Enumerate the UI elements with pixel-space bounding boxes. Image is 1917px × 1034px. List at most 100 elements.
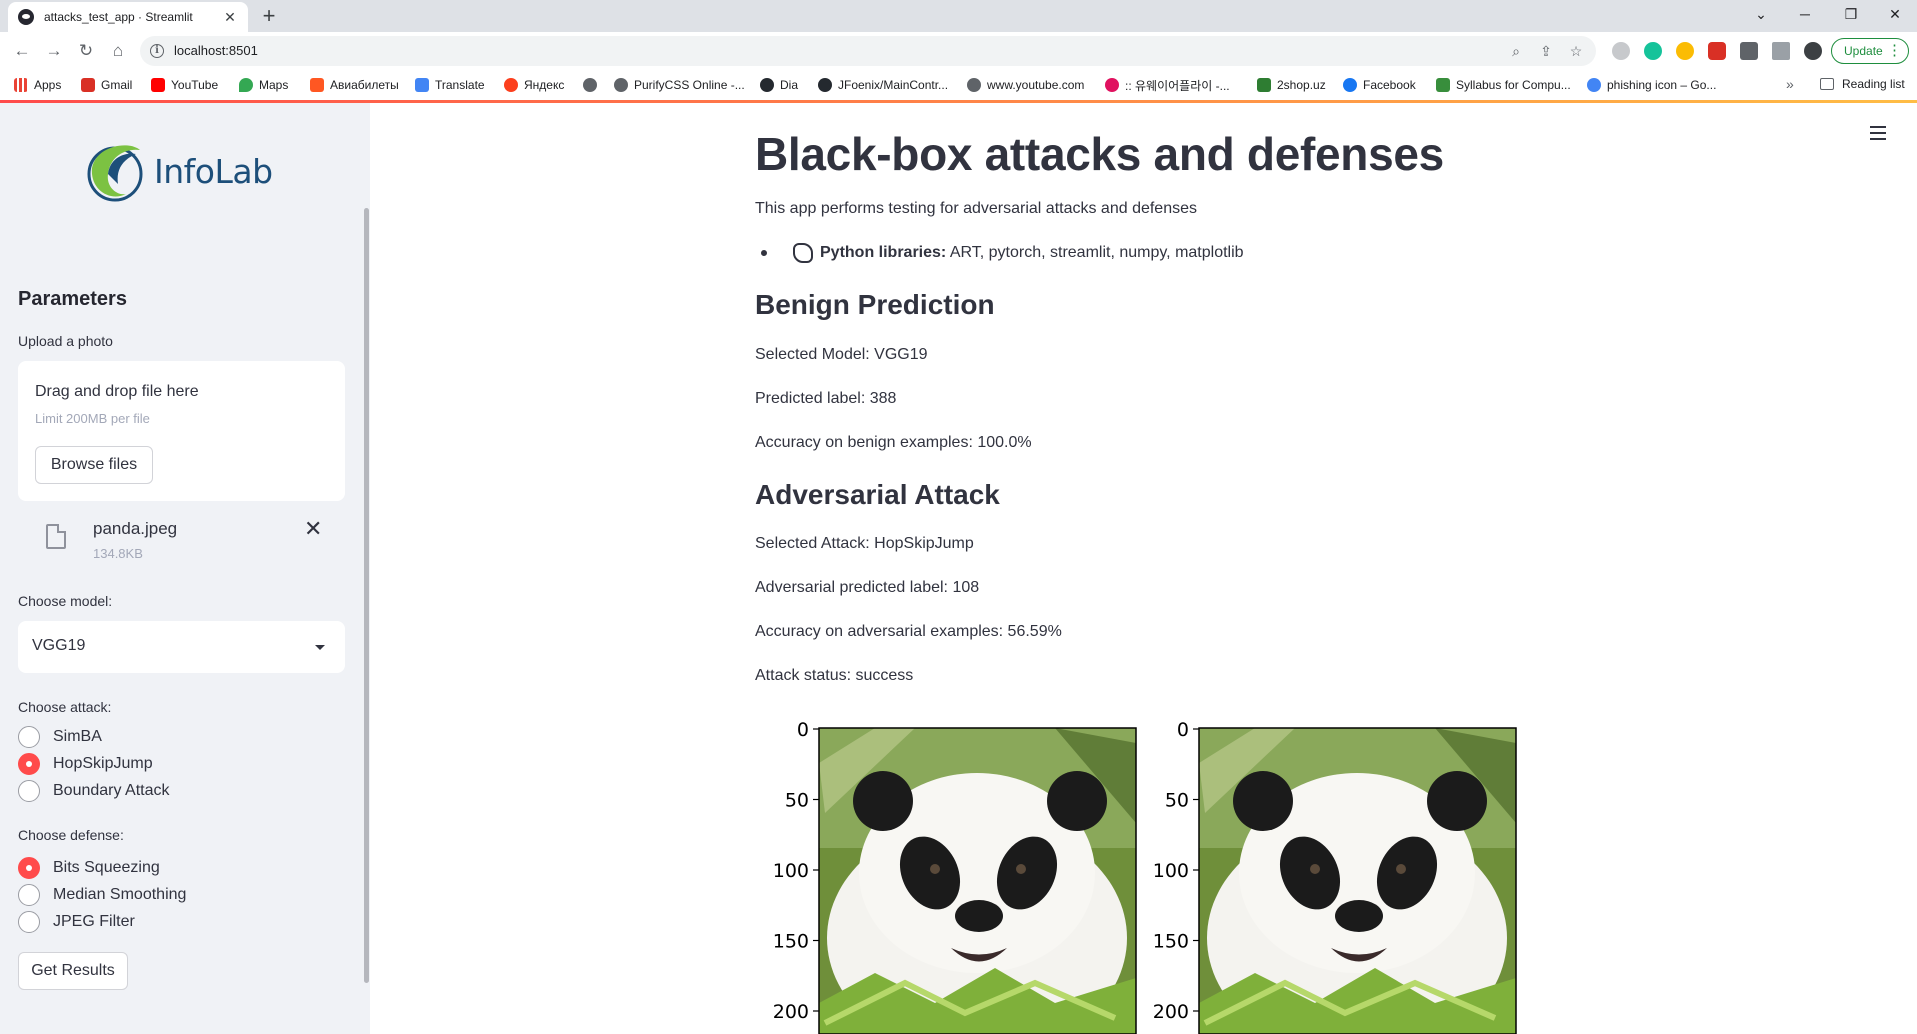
extension-red-icon[interactable] <box>1708 42 1726 60</box>
model-select[interactable]: VGG19 <box>18 621 345 673</box>
grammarly-icon[interactable] <box>1644 42 1662 60</box>
bookmark-youtube[interactable]: YouTube <box>151 77 218 93</box>
sidebar: InfoLab Parameters Upload a photo Drag a… <box>0 103 370 1034</box>
back-icon[interactable]: ← <box>10 39 34 63</box>
bookmark-syllabus[interactable]: Syllabus for Compu... <box>1436 77 1571 93</box>
bookmark-maps[interactable]: Maps <box>239 77 288 93</box>
bookmark-gmail[interactable]: Gmail <box>81 77 132 93</box>
bookmark-label: Авиабилеты <box>330 78 399 92</box>
more-bookmarks-icon[interactable]: » <box>1786 76 1794 92</box>
streamlit-favicon-icon <box>18 9 34 25</box>
panda-comparison-figure: 0 50 100 150 200 0 50 100 150 200 <box>755 703 1535 1034</box>
sidebar-scrollbar[interactable] <box>364 208 369 983</box>
radio-defense-median-smoothing[interactable]: Median Smoothing <box>18 882 186 908</box>
bookmark-label: :: 유웨이어플라이 -... <box>1125 78 1230 93</box>
selected-model-text: Selected Model: VGG19 <box>755 346 928 363</box>
tab-search-icon[interactable]: ⌄ <box>1738 0 1784 30</box>
browser-toolbar: ← → ↻ ⌂ i localhost:8501 ⌕ ⇪ ☆ Update <box>0 32 1917 70</box>
bookmark-label: JFoenix/MainContr... <box>838 78 949 92</box>
radio-unchecked-icon <box>18 884 40 906</box>
tab-close-icon[interactable]: ✕ <box>222 9 238 26</box>
adversarial-y-tick-label: 100 <box>1153 860 1189 882</box>
reload-icon[interactable]: ↻ <box>74 39 98 63</box>
home-icon[interactable]: ⌂ <box>106 39 130 63</box>
uway-icon <box>1105 78 1119 92</box>
bookmark-globe[interactable] <box>583 77 603 93</box>
radio-label: Bits Squeezing <box>53 859 160 876</box>
bookmark-yandex[interactable]: Яндекс <box>504 77 564 93</box>
attack-status-text: Attack status: success <box>755 667 914 684</box>
bookmark-phishing[interactable]: phishing icon – Go... <box>1587 77 1716 93</box>
bookmark-star-icon[interactable]: ☆ <box>1566 41 1586 61</box>
bookmark-label: 2shop.uz <box>1277 78 1326 92</box>
bookmark-translate[interactable]: Translate <box>415 77 485 93</box>
adversarial-panda-image <box>1199 728 1516 1034</box>
forward-icon[interactable]: → <box>42 39 66 63</box>
bookmark-jfoenix[interactable]: JFoenix/MainContr... <box>818 77 948 93</box>
radio-label: SimBA <box>53 728 102 745</box>
window-close-icon[interactable]: ✕ <box>1872 0 1917 30</box>
bookmark-aviabilety[interactable]: Авиабилеты <box>310 77 399 93</box>
url-text[interactable]: localhost:8501 <box>174 43 258 58</box>
bookmark-facebook[interactable]: Facebook <box>1343 77 1416 93</box>
zoom-icon[interactable]: ⌕ <box>1506 41 1526 61</box>
media-queue-icon[interactable] <box>1772 42 1790 60</box>
radio-attack-simba[interactable]: SimBA <box>18 724 102 750</box>
infolab-leaf-icon <box>87 145 143 202</box>
bookmark-purifycss[interactable]: PurifyCSS Online -... <box>614 77 745 93</box>
defense-label: Choose defense: <box>18 827 124 843</box>
minimize-icon[interactable]: ─ <box>1782 0 1828 30</box>
benign-heading: Benign Prediction <box>755 289 995 320</box>
bookmark-2shop[interactable]: 2shop.uz <box>1257 77 1326 93</box>
reading-list-label: Reading list <box>1842 77 1905 91</box>
radio-attack-hopskipjump[interactable]: HopSkipJump <box>18 751 153 777</box>
yandex-icon <box>504 78 518 92</box>
bookmark-uway[interactable]: :: 유웨이어플라이 -... <box>1105 77 1230 93</box>
benign-accuracy-text: Accuracy on benign examples: 100.0% <box>755 434 1032 451</box>
aviasales-icon <box>310 78 324 92</box>
reading-list-button[interactable]: Reading list <box>1820 77 1905 91</box>
new-tab-icon[interactable]: + <box>256 4 282 30</box>
radio-unchecked-icon <box>18 780 40 802</box>
main-menu-icon[interactable] <box>1870 126 1886 140</box>
panda-figure-svg: 0 50 100 150 200 0 50 100 150 200 <box>773 719 1517 1034</box>
model-label: Choose model: <box>18 593 113 609</box>
extension-colorful-icon[interactable] <box>1676 42 1694 60</box>
profile-avatar-icon[interactable] <box>1804 42 1822 60</box>
bookmark-youtube-com[interactable]: www.youtube.com <box>967 77 1084 93</box>
libraries-list: ART, pytorch, streamlit, numpy, matplotl… <box>946 244 1244 261</box>
adversarial-y-tick-label: 50 <box>1165 790 1189 812</box>
bookmark-apps[interactable]: Apps <box>14 77 61 93</box>
radio-label: Boundary Attack <box>53 782 170 799</box>
dropzone-limit: Limit 200MB per file <box>35 411 150 426</box>
site-info-icon[interactable]: i <box>150 44 164 58</box>
address-bar[interactable]: i localhost:8501 ⌕ ⇪ ☆ <box>140 36 1596 66</box>
radio-attack-boundary[interactable]: Boundary Attack <box>18 778 170 804</box>
update-button[interactable]: Update <box>1831 38 1909 64</box>
bookmark-dia[interactable]: Dia <box>760 77 798 93</box>
reading-list-icon <box>1820 78 1834 90</box>
file-dropzone[interactable]: Drag and drop file here Limit 200MB per … <box>18 361 345 501</box>
facebook-icon <box>1343 78 1357 92</box>
benign-panda-image <box>819 728 1136 1034</box>
restore-icon[interactable]: ❐ <box>1828 0 1874 30</box>
apps-grid-icon <box>14 78 28 92</box>
radio-defense-jpeg-filter[interactable]: JPEG Filter <box>18 909 135 935</box>
browser-tab[interactable]: attacks_test_app · Streamlit ✕ <box>8 2 248 32</box>
2shop-icon <box>1257 78 1271 92</box>
extensions-puzzle-icon[interactable] <box>1740 42 1758 60</box>
radio-defense-bits-squeezing[interactable]: Bits Squeezing <box>18 855 160 881</box>
adversarial-accuracy-text: Accuracy on adversarial examples: 56.59% <box>755 623 1062 640</box>
page-title: Black-box attacks and defenses <box>755 128 1444 180</box>
share-icon[interactable]: ⇪ <box>1536 41 1556 61</box>
get-results-button[interactable]: Get Results <box>18 952 128 990</box>
adversarial-y-tick-label: 150 <box>1153 931 1189 953</box>
infolab-logo: InfoLab <box>86 135 276 207</box>
remove-file-icon[interactable]: ✕ <box>304 516 322 542</box>
browse-files-button[interactable]: Browse files <box>35 446 153 484</box>
intro-text: This app performs testing for adversaria… <box>755 200 1197 217</box>
benign-y-tick-label: 200 <box>773 1001 809 1023</box>
extension-cloud-icon[interactable] <box>1612 42 1630 60</box>
attack-label: Choose attack: <box>18 699 112 715</box>
github-icon <box>760 78 774 92</box>
